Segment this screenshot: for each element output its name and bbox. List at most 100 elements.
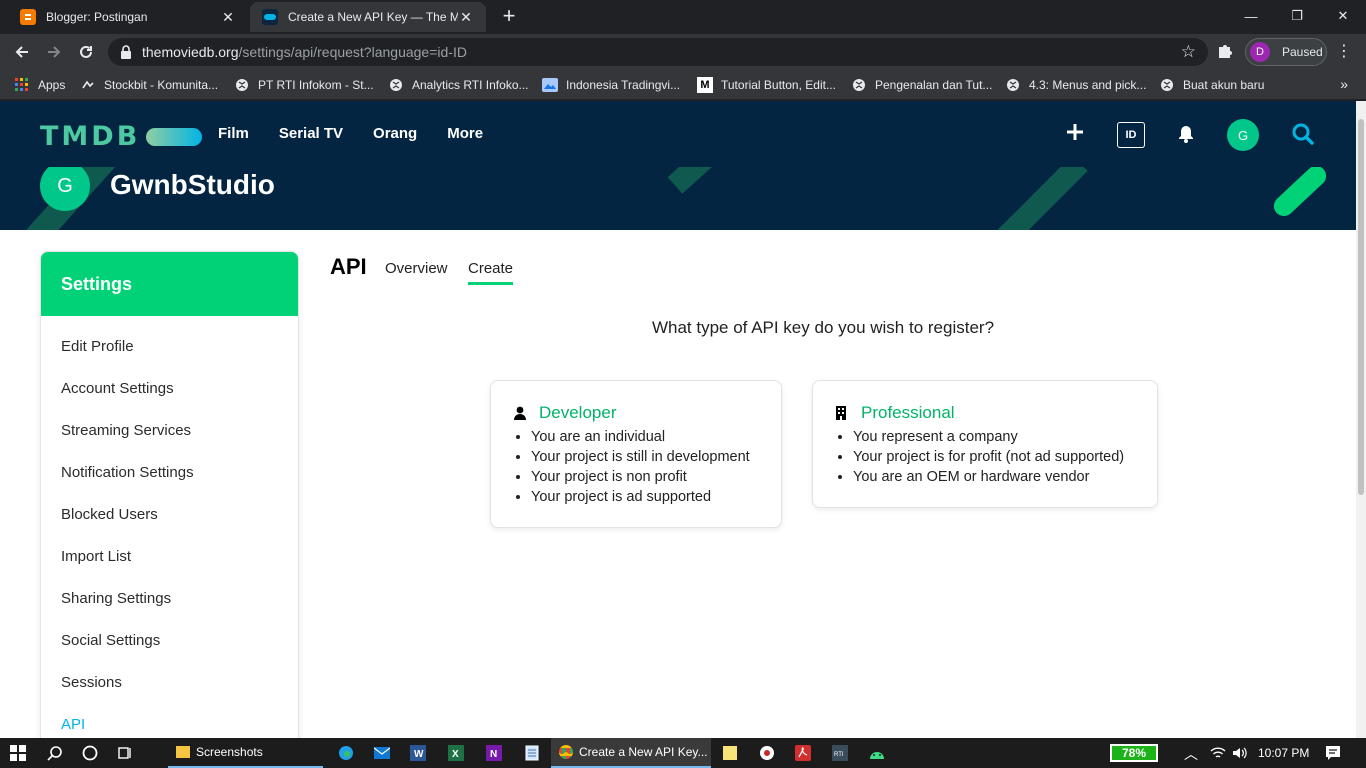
profile-avatar[interactable]: G bbox=[40, 167, 90, 211]
nav-orang[interactable]: Orang bbox=[373, 125, 417, 142]
api-type-question: What type of API key do you wish to regi… bbox=[651, 318, 995, 337]
list-item: Your project is non profit bbox=[531, 467, 761, 487]
svg-text:X: X bbox=[452, 749, 459, 760]
logo-text: TMDB bbox=[40, 121, 141, 152]
address-bar[interactable]: themoviedb.org/settings/api/request?lang… bbox=[108, 38, 1208, 66]
close-icon[interactable]: ✕ bbox=[220, 9, 236, 25]
card-title[interactable]: Developer bbox=[513, 403, 761, 423]
bookmark-pt-rti[interactable]: PT RTI Infokom - St... bbox=[234, 76, 374, 94]
taskbar-app-explorer[interactable]: Screenshots bbox=[168, 738, 323, 768]
page-scrollbar[interactable] bbox=[1356, 101, 1366, 738]
rti-app-icon[interactable]: RTI bbox=[830, 743, 850, 763]
profile-status: Paused bbox=[1282, 45, 1323, 59]
professional-card[interactable]: Professional You represent a company You… bbox=[812, 380, 1158, 508]
tab-title: Create a New API Key — The Mo bbox=[288, 10, 458, 24]
apps-grid-icon bbox=[14, 77, 30, 93]
arrow-left-icon bbox=[15, 46, 28, 58]
tab-overview[interactable]: Overview bbox=[385, 260, 448, 277]
task-view-icon[interactable] bbox=[115, 743, 135, 763]
sidebar-item-social-settings[interactable]: Social Settings bbox=[41, 622, 298, 664]
tmdb-logo[interactable]: TMDB bbox=[40, 121, 203, 152]
minimize-button[interactable]: — bbox=[1228, 0, 1274, 32]
reload-button[interactable] bbox=[74, 40, 98, 64]
bookmark-analytics[interactable]: Analytics RTI Infoko... bbox=[388, 76, 529, 94]
wifi-icon[interactable] bbox=[1208, 743, 1228, 763]
nav-film[interactable]: Film bbox=[218, 125, 249, 142]
clock-time[interactable]: 10:07 PM bbox=[1258, 746, 1309, 760]
search-icon[interactable] bbox=[45, 743, 65, 763]
sidebar-item-blocked-users[interactable]: Blocked Users bbox=[41, 496, 298, 538]
android-studio-icon[interactable] bbox=[867, 743, 887, 763]
bookmark-tradingview[interactable]: Indonesia Tradingvi... bbox=[542, 76, 680, 94]
card-title-text: Developer bbox=[539, 403, 617, 422]
card-title[interactable]: Professional bbox=[835, 403, 1137, 423]
extensions-puzzle-icon[interactable] bbox=[1216, 42, 1236, 62]
back-button[interactable] bbox=[10, 40, 34, 64]
taskbar-app-chrome[interactable]: Create a New API Key... bbox=[551, 738, 711, 768]
sidebar-item-import-list[interactable]: Import List bbox=[41, 538, 298, 580]
browser-tab-blogger[interactable]: Blogger: Postingan ✕ bbox=[8, 2, 248, 32]
onenote-icon[interactable]: N bbox=[484, 743, 504, 763]
bookmark-menus[interactable]: 4.3: Menus and pick... bbox=[1005, 76, 1146, 94]
profile-username[interactable]: GwnbStudio bbox=[110, 169, 275, 201]
cortana-icon[interactable] bbox=[80, 743, 100, 763]
folder-icon bbox=[176, 746, 190, 758]
search-icon[interactable] bbox=[1292, 123, 1314, 150]
bookmark-stockbit[interactable]: Stockbit - Komunita... bbox=[80, 76, 218, 94]
nav-more[interactable]: More bbox=[447, 125, 483, 142]
media-player-icon[interactable] bbox=[757, 743, 777, 763]
excel-icon[interactable]: X bbox=[446, 743, 466, 763]
list-item: You represent a company bbox=[853, 427, 1137, 447]
word-icon[interactable]: W bbox=[408, 743, 428, 763]
browser-tab-tmdb[interactable]: Create a New API Key — The Mo ✕ bbox=[250, 2, 486, 32]
tab-create[interactable]: Create bbox=[468, 260, 514, 285]
more-bookmarks-icon[interactable]: » bbox=[1340, 76, 1348, 92]
close-icon[interactable]: ✕ bbox=[458, 9, 474, 25]
globe-icon bbox=[851, 77, 867, 93]
new-tab-button[interactable]: + bbox=[496, 5, 522, 29]
page-title: API bbox=[330, 254, 367, 279]
add-plus-icon[interactable] bbox=[1066, 123, 1084, 146]
scrollbar-thumb[interactable] bbox=[1358, 119, 1364, 495]
user-icon bbox=[513, 406, 527, 420]
language-button[interactable]: ID bbox=[1117, 122, 1145, 148]
acrobat-icon[interactable] bbox=[793, 743, 813, 763]
developer-card[interactable]: Developer You are an individual Your pro… bbox=[490, 380, 782, 528]
volume-icon[interactable] bbox=[1230, 743, 1250, 763]
bookmark-apps[interactable]: Apps bbox=[14, 76, 65, 94]
mail-icon[interactable] bbox=[372, 743, 392, 763]
notification-bell-icon[interactable] bbox=[1177, 125, 1195, 148]
edge-icon[interactable] bbox=[336, 743, 356, 763]
header-avatar[interactable]: G bbox=[1227, 119, 1259, 151]
notepad-icon[interactable] bbox=[522, 743, 542, 763]
sidebar-item-api[interactable]: API bbox=[41, 706, 298, 738]
sidebar-item-notification-settings[interactable]: Notification Settings bbox=[41, 454, 298, 496]
sidebar-item-streaming-services[interactable]: Streaming Services bbox=[41, 412, 298, 454]
battery-indicator[interactable]: 78% bbox=[1110, 744, 1158, 762]
bookmark-buat-akun[interactable]: Buat akun baru bbox=[1159, 76, 1264, 94]
bookmark-pengenalan[interactable]: Pengenalan dan Tut... bbox=[851, 76, 992, 94]
medium-icon: M bbox=[697, 77, 713, 93]
sticky-notes-icon[interactable] bbox=[720, 743, 740, 763]
decorative-stripe bbox=[994, 167, 1088, 230]
restore-button[interactable]: ❐ bbox=[1274, 0, 1320, 32]
sidebar-item-sharing-settings[interactable]: Sharing Settings bbox=[41, 580, 298, 622]
sidebar-item-sessions[interactable]: Sessions bbox=[41, 664, 298, 706]
bookmark-label: PT RTI Infokom - St... bbox=[258, 78, 374, 92]
url-host: themoviedb.org bbox=[142, 44, 239, 60]
main-nav: Film Serial TV Orang More bbox=[218, 125, 513, 142]
forward-button[interactable] bbox=[42, 40, 66, 64]
bookmark-medium[interactable]: M Tutorial Button, Edit... bbox=[697, 76, 836, 94]
sidebar-item-account-settings[interactable]: Account Settings bbox=[41, 370, 298, 412]
image-icon bbox=[542, 77, 558, 93]
close-window-button[interactable]: ✕ bbox=[1320, 0, 1366, 32]
browser-menu-icon[interactable]: ⋮ bbox=[1336, 42, 1352, 62]
chevron-up-icon[interactable]: ︿ bbox=[1184, 744, 1198, 764]
browser-tab-strip: Blogger: Postingan ✕ Create a New API Ke… bbox=[0, 0, 1366, 34]
bookmark-star-icon[interactable]: ☆ bbox=[1181, 42, 1196, 62]
nav-serial-tv[interactable]: Serial TV bbox=[279, 125, 343, 142]
lock-icon[interactable] bbox=[120, 45, 132, 64]
notification-center-icon[interactable] bbox=[1323, 743, 1343, 763]
windows-start-icon[interactable] bbox=[8, 743, 28, 763]
profile-button[interactable]: D Paused bbox=[1245, 38, 1327, 66]
